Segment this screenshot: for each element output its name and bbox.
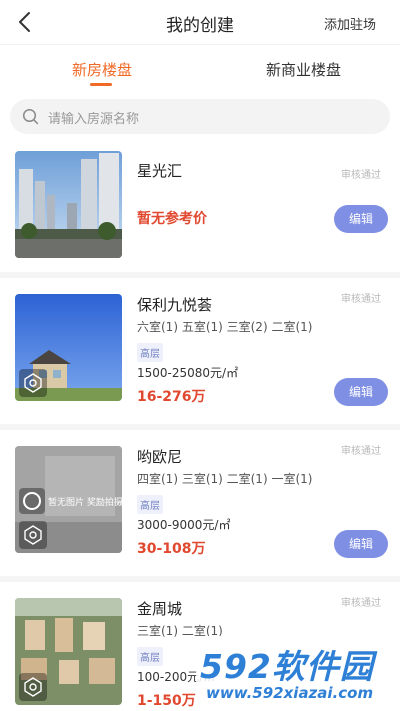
tab-new-commercial[interactable]: 新商业楼盘 xyxy=(266,59,341,80)
building-type-tag: 高层 xyxy=(137,343,163,362)
unit-price: 3000-9000元/㎡ xyxy=(137,518,231,532)
add-resident-button[interactable]: 添加驻场 xyxy=(324,14,376,33)
search-icon xyxy=(22,108,39,125)
listing-card[interactable]: 星光汇 审核通过 暂无参考价 编辑 xyxy=(0,136,400,272)
review-status: 审核通过 xyxy=(341,170,381,181)
room-types: 六室(1) 五室(1) 三室(2) 二室(1) xyxy=(137,320,313,334)
watermark-url: www.592xiazai.com xyxy=(206,684,374,702)
edit-button[interactable]: 编辑 xyxy=(334,530,388,558)
no-photo-icon xyxy=(19,488,45,514)
vr-view-icon[interactable] xyxy=(19,673,47,701)
tab-bar: 新房楼盘 新商业楼盘 xyxy=(0,44,400,88)
listing-photo xyxy=(15,151,122,258)
review-status: 审核通过 xyxy=(341,294,381,305)
building-type-tag: 高层 xyxy=(137,647,163,666)
edit-button[interactable]: 编辑 xyxy=(334,205,388,233)
vr-view-icon[interactable] xyxy=(19,369,47,397)
price-note: 暂无参考价 xyxy=(137,211,207,227)
watermark-text: 592软件园 xyxy=(200,647,374,686)
active-tab-indicator xyxy=(90,83,112,86)
listing-name: 哟欧尼 xyxy=(137,448,183,466)
review-status: 审核通过 xyxy=(341,446,381,457)
no-photo-text: 暂无图片 奖励拍摄中... xyxy=(48,498,122,508)
unit-price: 1500-25080元/㎡ xyxy=(137,366,239,380)
room-types: 四室(1) 三室(1) 二室(1) 一室(1) xyxy=(137,472,313,486)
search-input[interactable]: 请输入房源名称 xyxy=(10,99,390,134)
listing-name: 保利九悦荟 xyxy=(137,296,213,314)
listing-name: 星光汇 xyxy=(137,162,183,180)
review-status: 审核通过 xyxy=(341,598,381,609)
edit-button[interactable]: 编辑 xyxy=(334,378,388,406)
top-bar: 我的创建 添加驻场 xyxy=(0,0,400,44)
listing-card[interactable]: 保利九悦荟 审核通过 六室(1) 五室(1) 三室(2) 二室(1) 高层 15… xyxy=(0,278,400,424)
listing-name: 金周城 xyxy=(137,600,183,618)
site-watermark: 592软件园 www.592xiazai.com xyxy=(196,636,396,708)
listing-photo: 暂无图片 奖励拍摄中... xyxy=(15,446,122,553)
total-price: 16-276万 xyxy=(137,389,206,405)
listing-photo xyxy=(15,598,122,705)
search-placeholder: 请输入房源名称 xyxy=(48,112,140,127)
building-type-tag: 高层 xyxy=(137,495,163,514)
listing-list: 星光汇 审核通过 暂无参考价 编辑 保利九悦荟 审核通过 六室(1) 五室(1)… xyxy=(0,136,400,711)
vr-view-icon[interactable] xyxy=(19,521,47,549)
listing-photo xyxy=(15,294,122,401)
tab-new-homes[interactable]: 新房楼盘 xyxy=(72,59,132,80)
total-price: 1-150万 xyxy=(137,693,196,709)
total-price: 30-108万 xyxy=(137,541,206,557)
listing-card[interactable]: 暂无图片 奖励拍摄中... 哟欧尼 审核通过 四室(1) 三室(1) 二室(1)… xyxy=(0,430,400,576)
